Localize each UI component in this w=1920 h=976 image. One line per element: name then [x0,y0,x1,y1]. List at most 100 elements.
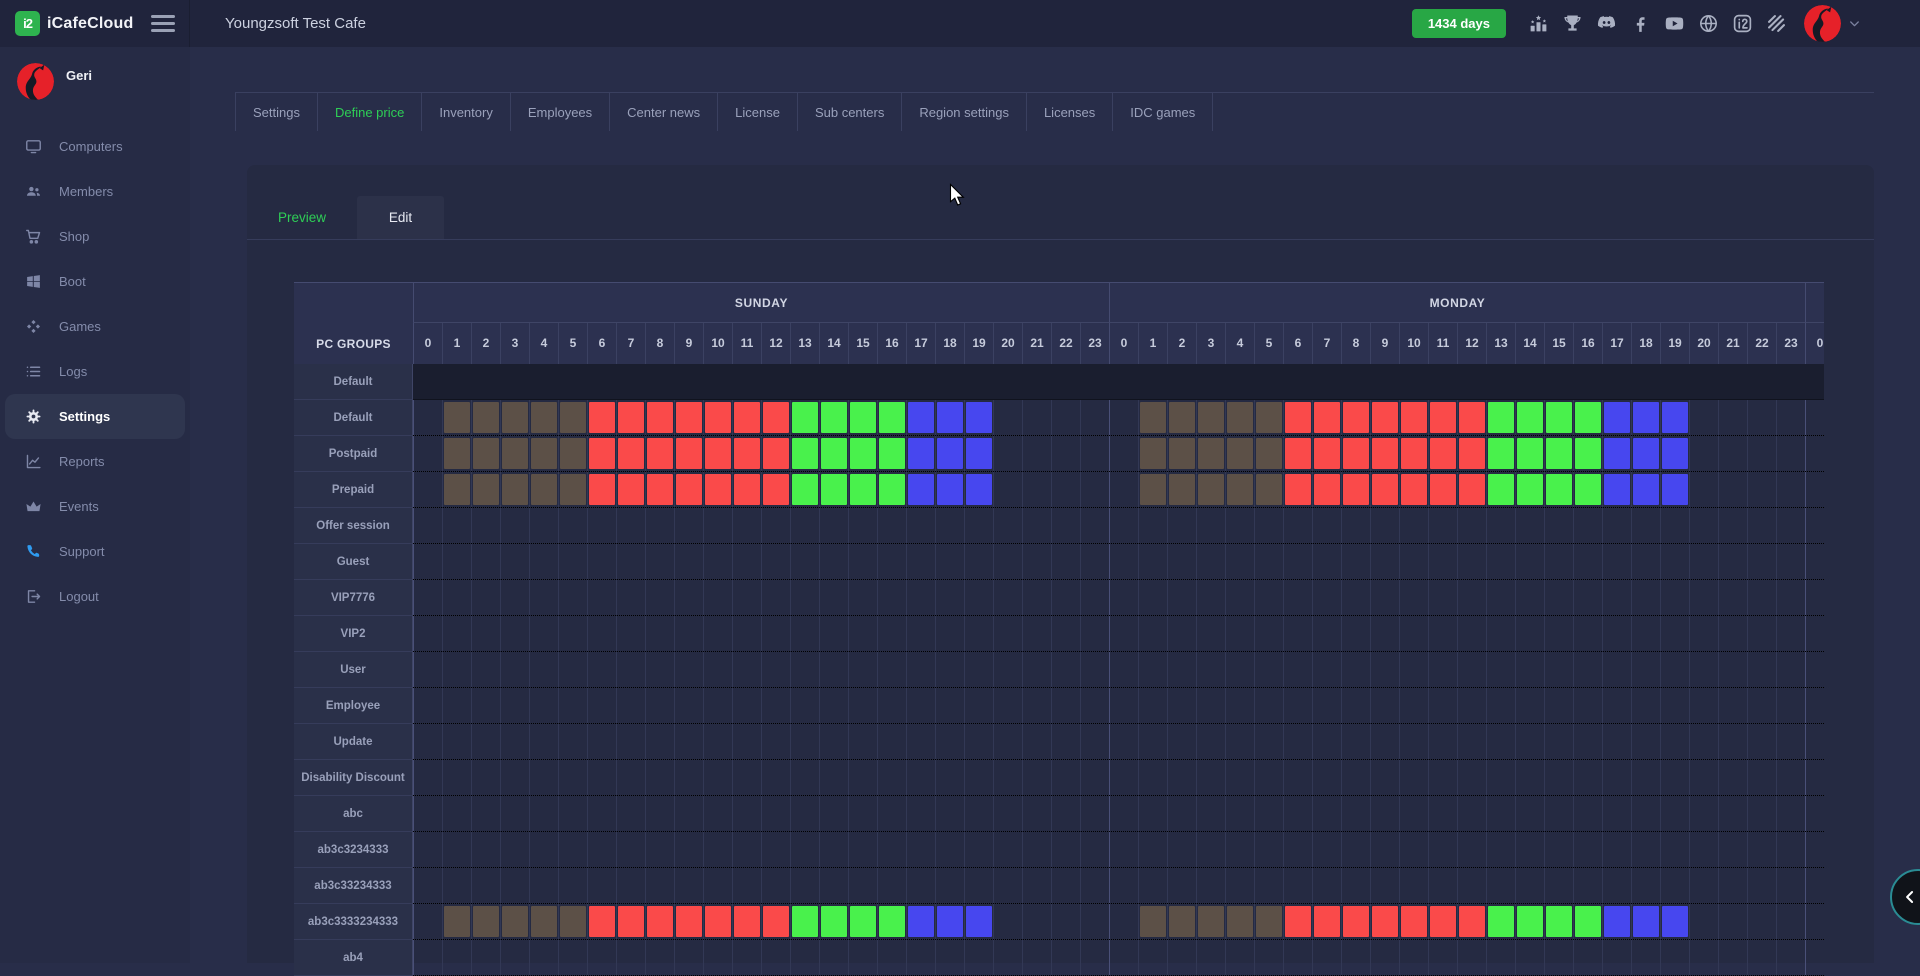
sidebar-item-support[interactable]: Support [0,529,190,574]
hour-cell [1544,652,1573,687]
tab-center-news[interactable]: Center news [609,93,717,131]
hour-cell [993,688,1022,723]
sidebar-item-settings[interactable]: Settings [5,394,185,439]
hour-cell [1225,904,1254,939]
hour-cell [993,940,1022,975]
tab-license[interactable]: License [717,93,797,131]
price-block [705,906,731,937]
pc-group-label: Disability Discount [294,760,413,796]
collapse-panel-button[interactable] [1890,869,1920,925]
sidebar-item-shop[interactable]: Shop [0,214,190,259]
user-avatar[interactable] [17,63,54,100]
hour-cell [674,832,703,867]
sidebar-item-logout[interactable]: Logout [0,574,190,619]
hour-cell [1660,940,1689,975]
tab-idc-games[interactable]: IDC games [1112,93,1213,131]
hour-cell [848,652,877,687]
hour-cell [1805,472,1824,507]
discord-icon[interactable] [1596,13,1617,34]
hour-cell [1805,940,1824,975]
youtube-icon[interactable] [1664,13,1685,34]
subtab-preview[interactable]: Preview [247,196,357,239]
subtab-edit[interactable]: Edit [357,196,444,239]
tab-settings[interactable]: Settings [235,93,317,131]
hour-cell [1631,904,1660,939]
hour-cell [1022,508,1051,543]
price-block [1343,906,1369,937]
price-block [1488,438,1514,469]
hour-cell [1747,868,1776,903]
sidebar-item-members[interactable]: Members [0,169,190,214]
hour-cell [1254,688,1283,723]
hour-cell [1283,724,1312,759]
sidebar-item-boot[interactable]: Boot [0,259,190,304]
price-block [589,906,615,937]
hour-cell [1051,652,1080,687]
hour-cell [1747,508,1776,543]
hour-cell [1051,472,1080,507]
facebook-icon[interactable] [1630,13,1651,34]
layers-icon[interactable] [1766,13,1787,34]
hour-cell [1428,508,1457,543]
globe-icon[interactable] [1698,13,1719,34]
avatar[interactable] [1804,5,1841,42]
hour-cell [1022,868,1051,903]
hour-cell [964,472,993,507]
hour-cell [442,508,471,543]
hour-header-cell: 15 [1544,323,1573,364]
chevron-down-icon[interactable] [1847,16,1862,31]
hour-cell [587,796,616,831]
hour-cell [1631,580,1660,615]
tab-region-settings[interactable]: Region settings [901,93,1026,131]
price-block [1662,474,1688,505]
menu-toggle-icon[interactable] [151,15,175,32]
ranking-icon[interactable] [1528,13,1549,34]
hour-cell [500,616,529,651]
tab-sub-centers[interactable]: Sub centers [797,93,901,131]
price-block [531,474,557,505]
hour-cell [1283,940,1312,975]
sidebar-item-events[interactable]: Events [0,484,190,529]
price-block [937,474,963,505]
hour-cell [1341,904,1370,939]
sidebar-item-logs[interactable]: Logs [0,349,190,394]
hour-cell [964,580,993,615]
sidebar-item-label: Logs [59,364,87,379]
sidebar-item-games[interactable]: Games [0,304,190,349]
hour-cell [819,796,848,831]
hour-cell [848,688,877,723]
price-block [1285,402,1311,433]
tab-inventory[interactable]: Inventory [421,93,509,131]
hour-cell [1631,688,1660,723]
hour-cell [1109,688,1138,723]
hour-cell [1515,940,1544,975]
sidebar-item-computers[interactable]: Computers [0,124,190,169]
hour-cell [1602,436,1631,471]
tab-define-price[interactable]: Define price [317,93,421,131]
price-block [821,906,847,937]
tab-licenses[interactable]: Licenses [1026,93,1112,131]
hour-cell [674,724,703,759]
hour-cell [848,724,877,759]
sidebar-item-reports[interactable]: Reports [0,439,190,484]
hour-cell [790,616,819,651]
hour-cell [1138,472,1167,507]
trophy-icon[interactable] [1562,13,1583,34]
hour-cell [1718,472,1747,507]
price-block [966,438,992,469]
price-block [1227,438,1253,469]
hour-cell [1225,400,1254,435]
price-block [647,474,673,505]
hour-cell [1660,760,1689,795]
icafecloud-mark-icon[interactable] [1732,13,1753,34]
price-block [473,402,499,433]
license-days-badge[interactable]: 1434 days [1412,9,1506,38]
hour-cell [1457,796,1486,831]
hour-cell [529,868,558,903]
hour-cell [471,940,500,975]
tab-employees[interactable]: Employees [510,93,609,131]
hour-cell [1283,508,1312,543]
windows-icon [25,273,42,290]
hour-cell [703,868,732,903]
price-block [560,906,586,937]
